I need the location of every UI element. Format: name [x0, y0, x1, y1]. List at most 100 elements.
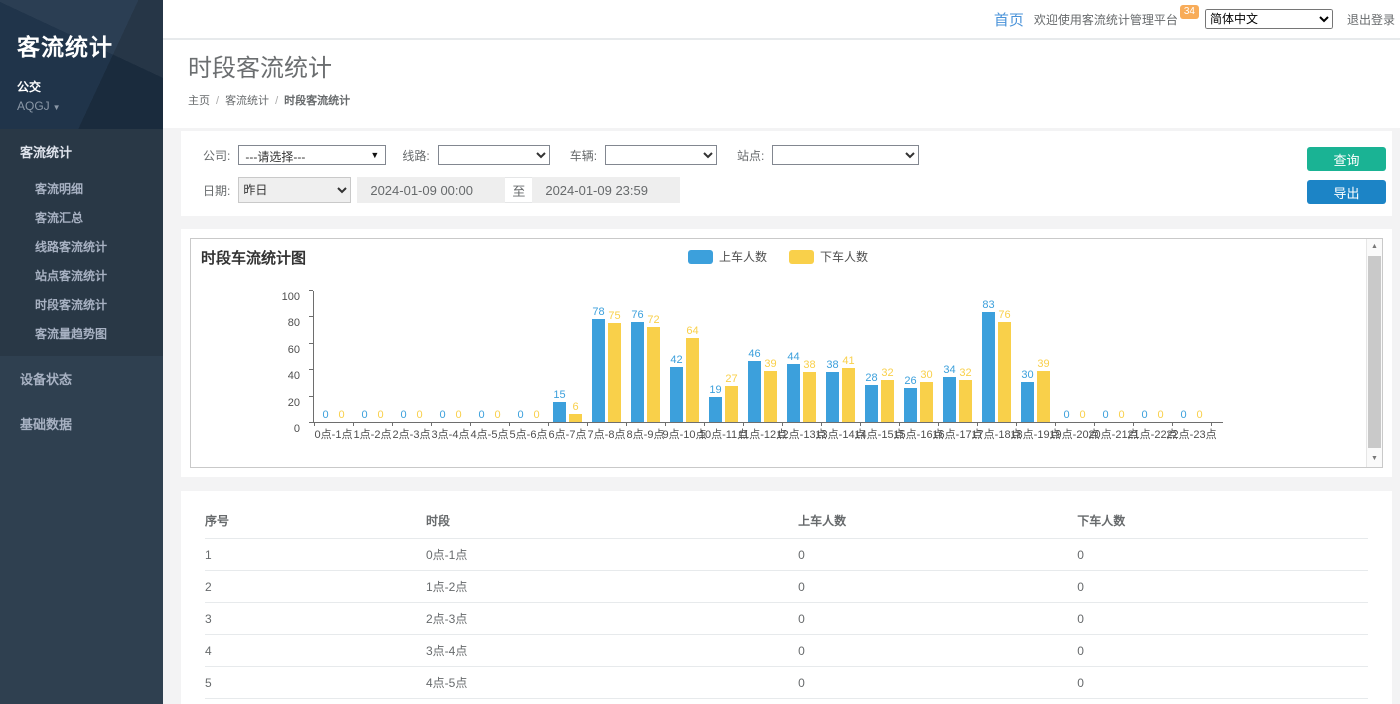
sidebar-subitem[interactable]: 时段客流统计 [0, 290, 163, 319]
bar [592, 319, 605, 422]
table-panel: 序号 时段 上车人数 下车人数 10点-1点0021点-2点0032点-3点00… [181, 491, 1392, 704]
bar-value-label: 0 [1118, 409, 1124, 421]
x-tick-mark [938, 422, 939, 426]
date-preset-select[interactable]: 昨日 [238, 177, 351, 203]
station-select[interactable] [772, 145, 919, 165]
chart-category: 002点-3点 [392, 290, 431, 422]
bar-column: 19 [709, 384, 722, 422]
org-code-dropdown[interactable]: AQGJ▼ [17, 99, 146, 113]
bar-value-label: 0 [478, 409, 484, 421]
table-cell: 2 [205, 571, 426, 603]
bar-value-label: 38 [803, 359, 815, 371]
legend-label: 下车人数 [820, 248, 868, 265]
bar [920, 382, 933, 422]
chart-category: 303918点-19点 [1016, 290, 1055, 422]
bar-value-label: 0 [1157, 409, 1163, 421]
chart-category: 384113点-14点 [821, 290, 860, 422]
table-header-row: 序号 时段 上车人数 下车人数 [205, 503, 1368, 539]
bar-value-label: 78 [592, 306, 604, 318]
bar [553, 402, 566, 422]
table-cell: 0 [1077, 603, 1368, 635]
date-from-input[interactable] [357, 177, 505, 203]
bar-value-label: 19 [709, 384, 721, 396]
sidebar-subitem[interactable]: 站点客流统计 [0, 261, 163, 290]
bar-value-label: 0 [1180, 409, 1186, 421]
bar-column: 0 [1076, 409, 1089, 422]
x-tick-label: 0点-1点 [315, 426, 353, 442]
bar-value-label: 0 [1141, 409, 1147, 421]
bar-value-label: 46 [748, 348, 760, 360]
sidebar-logo-area: 客流统计 公交 AQGJ▼ [0, 0, 163, 129]
chart-category: 001点-2点 [353, 290, 392, 422]
company-select[interactable]: ---请选择--- ▼ [238, 145, 386, 165]
scroll-up-icon[interactable]: ▲ [1367, 239, 1382, 255]
legend-item[interactable]: 上车人数 [688, 248, 767, 265]
bar-column: 0 [1115, 409, 1128, 422]
filter-panel: 公司: ---请选择--- ▼ 线路: 车辆: 站点: 日期: 昨日 至 [181, 131, 1392, 216]
nav-section-passenger-stats: 客流统计 客流明细客流汇总线路客流统计站点客流统计时段客流统计客流量趋势图 [0, 129, 163, 356]
chart-category: 000点-1点 [314, 290, 353, 422]
sidebar-subitem[interactable]: 客流汇总 [0, 203, 163, 232]
breadcrumb-home[interactable]: 主页 [188, 95, 210, 107]
date-to-input[interactable] [532, 177, 680, 203]
bar-column: 0 [1060, 409, 1073, 422]
chart-container: 时段车流统计图 上车人数下车人数 020406080100 000点-1点001… [190, 238, 1383, 468]
bar-column: 0 [1177, 409, 1190, 422]
chart-category: 192710点-11点 [704, 290, 743, 422]
x-tick-mark [704, 422, 705, 426]
x-tick-mark [392, 422, 393, 426]
chart-category: 0020点-21点 [1094, 290, 1133, 422]
bar [826, 372, 839, 422]
sidebar-subitem[interactable]: 客流量趋势图 [0, 319, 163, 348]
bar-column: 38 [803, 359, 816, 422]
table-cell: 0 [1077, 635, 1368, 667]
bar-column: 0 [475, 409, 488, 422]
x-tick-mark [977, 422, 978, 426]
bar-value-label: 83 [982, 299, 994, 311]
line-label: 线路: [402, 147, 429, 164]
bar [631, 322, 644, 422]
legend-item[interactable]: 下车人数 [789, 248, 868, 265]
col-header-index: 序号 [205, 503, 426, 539]
org-name: 公交 [17, 78, 146, 95]
bar-column: 32 [959, 367, 972, 422]
x-tick-mark [860, 422, 861, 426]
sidebar-item-passenger-stats[interactable]: 客流统计 [0, 129, 163, 174]
bar-column: 76 [998, 309, 1011, 422]
bar-column: 75 [608, 310, 621, 422]
bar-column: 34 [943, 364, 956, 422]
home-link[interactable]: 首页 [994, 9, 1024, 30]
breadcrumb-separator: / [275, 95, 278, 107]
language-select[interactable]: 简体中文 [1205, 9, 1333, 29]
bar-column: 0 [1154, 409, 1167, 422]
sidebar-item-device-status[interactable]: 设备状态 [0, 356, 163, 401]
bar-column: 39 [1037, 358, 1050, 422]
line-select[interactable] [438, 145, 550, 165]
bar-value-label: 0 [1063, 409, 1069, 421]
breadcrumb: 主页/客流统计/时段客流统计 [188, 92, 1375, 108]
logout-link[interactable]: 退出登录 [1347, 11, 1395, 28]
bar [647, 327, 660, 422]
bar-column: 0 [413, 409, 426, 422]
scrollbar-thumb[interactable] [1368, 256, 1381, 448]
export-button[interactable]: 导出 [1307, 180, 1386, 204]
sidebar-subitem[interactable]: 线路客流统计 [0, 232, 163, 261]
table-cell: 3 [205, 603, 426, 635]
table-cell: 0点-1点 [426, 539, 798, 571]
chart-category: 78757点-8点 [587, 290, 626, 422]
sidebar-item-base-data[interactable]: 基础数据 [0, 401, 163, 446]
sidebar-subitem[interactable]: 客流明细 [0, 174, 163, 203]
bar-value-label: 30 [1021, 369, 1033, 381]
nav-section-base-data: 基础数据 [0, 401, 163, 446]
chart-scrollbar[interactable]: ▲ ▼ [1366, 239, 1382, 467]
table-row: 65点-6点00 [205, 699, 1368, 704]
bar [1037, 371, 1050, 422]
x-tick-mark [470, 422, 471, 426]
company-select-value: ---请选择--- [245, 150, 305, 164]
scroll-down-icon[interactable]: ▼ [1367, 451, 1382, 467]
bar-value-label: 0 [338, 409, 344, 421]
vehicle-select[interactable] [605, 145, 717, 165]
x-tick-mark [509, 422, 510, 426]
breadcrumb-passenger-stats[interactable]: 客流统计 [225, 95, 269, 107]
query-button[interactable]: 查询 [1307, 147, 1386, 171]
